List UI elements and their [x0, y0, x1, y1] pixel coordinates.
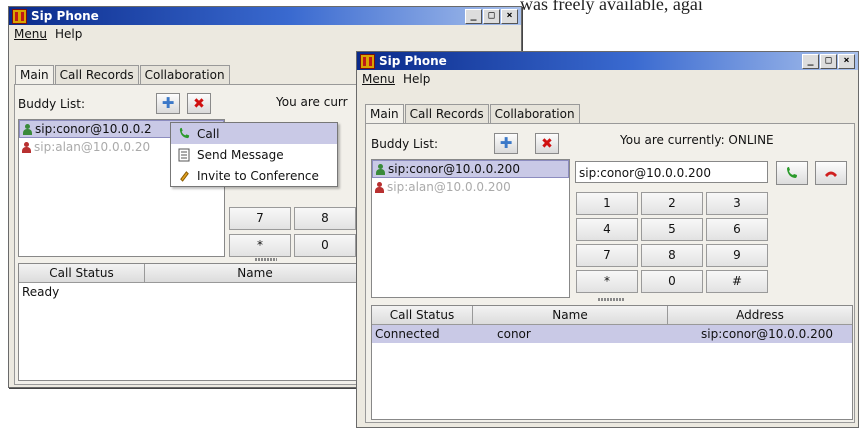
- keypad-key-6[interactable]: 6: [706, 218, 768, 241]
- offline-user-icon: [22, 141, 31, 153]
- close-button[interactable]: ×: [838, 53, 855, 69]
- document-icon: [177, 148, 191, 162]
- phone-icon: [787, 167, 797, 178]
- column-header-name[interactable]: Name: [145, 264, 366, 282]
- tab-collaboration[interactable]: Collaboration: [489, 104, 580, 123]
- context-menu-invite-conference[interactable]: Invite to Conference: [171, 165, 337, 186]
- online-user-icon: [23, 123, 32, 135]
- main-tab-panel: Buddy List: ✚ ✖ You are currently: ONLIN…: [365, 123, 855, 423]
- buddy-address: sip:conor@10.0.0.200: [388, 162, 520, 176]
- context-menu-label: Invite to Conference: [197, 168, 319, 183]
- menu-item-menu[interactable]: Menu: [14, 27, 47, 41]
- keypad-key-2[interactable]: 2: [641, 192, 703, 215]
- conference-icon: [177, 169, 191, 182]
- background-document-text: was freely available, agai: [520, 0, 703, 14]
- keypad-key-7[interactable]: 7: [576, 244, 638, 267]
- app-icon: [360, 53, 375, 69]
- context-menu-label: Call: [197, 126, 220, 141]
- tab-main[interactable]: Main: [15, 65, 54, 84]
- buddy-list-label: Buddy List:: [18, 97, 86, 111]
- app-icon: [12, 8, 27, 24]
- keypad-key-7[interactable]: 7: [229, 207, 291, 230]
- keypad-key-star[interactable]: *: [229, 234, 291, 257]
- plus-icon: ✚: [161, 94, 175, 112]
- delete-icon: ✖: [541, 135, 553, 152]
- window-title: Sip Phone: [379, 54, 447, 68]
- buddy-address: sip:alan@10.0.0.20: [34, 140, 151, 154]
- online-status-text: You are curr: [276, 95, 348, 109]
- add-buddy-button[interactable]: ✚: [494, 133, 518, 154]
- window-titlebar[interactable]: Sip Phone _ □ ×: [9, 7, 521, 25]
- context-menu-label: Send Message: [197, 147, 284, 162]
- menu-item-help[interactable]: Help: [55, 27, 82, 41]
- window-titlebar[interactable]: Sip Phone _ □ ×: [357, 52, 858, 70]
- tab-strip: Main Call Records Collaboration: [15, 65, 231, 84]
- tab-main[interactable]: Main: [365, 104, 404, 123]
- tab-call-records[interactable]: Call Records: [54, 65, 139, 84]
- keypad-key-1[interactable]: 1: [576, 192, 638, 215]
- table-header: Call Status Name Address: [372, 306, 852, 325]
- remove-buddy-button[interactable]: ✖: [535, 133, 559, 154]
- split-handle[interactable]: [255, 258, 277, 261]
- buddy-address: sip:alan@10.0.0.200: [387, 180, 511, 194]
- keypad-key-hash[interactable]: #: [706, 270, 768, 293]
- tab-call-records[interactable]: Call Records: [404, 104, 489, 123]
- hangup-icon: [825, 171, 837, 177]
- tab-strip: Main Call Records Collaboration: [365, 104, 581, 123]
- tab-collaboration[interactable]: Collaboration: [139, 65, 230, 84]
- buddy-list-label: Buddy List:: [371, 137, 439, 151]
- column-header-address[interactable]: Address: [668, 306, 852, 324]
- online-user-icon: [376, 163, 385, 175]
- keypad-key-9[interactable]: 9: [706, 244, 768, 267]
- buddy-list[interactable]: sip:conor@10.0.0.200 sip:alan@10.0.0.200: [371, 159, 570, 298]
- remove-buddy-button[interactable]: ✖: [187, 93, 211, 114]
- add-buddy-button[interactable]: ✚: [156, 93, 180, 114]
- keypad-key-8[interactable]: 8: [641, 244, 703, 267]
- context-menu-send-message[interactable]: Send Message: [171, 144, 337, 165]
- menu-item-help[interactable]: Help: [403, 72, 430, 86]
- minimize-button[interactable]: _: [802, 53, 819, 69]
- plus-icon: ✚: [499, 134, 513, 152]
- column-header-call-status[interactable]: Call Status: [372, 306, 473, 324]
- keypad-key-star[interactable]: *: [576, 270, 638, 293]
- call-button[interactable]: [776, 161, 808, 185]
- table-row[interactable]: Connected conor sip:conor@10.0.0.200: [372, 325, 852, 343]
- offline-user-icon: [375, 181, 384, 193]
- column-header-name[interactable]: Name: [473, 306, 668, 324]
- menu-item-menu[interactable]: Menu: [362, 72, 395, 86]
- maximize-button[interactable]: □: [483, 8, 500, 24]
- window-title: Sip Phone: [31, 9, 99, 23]
- online-status-text: You are currently: ONLINE: [620, 133, 774, 147]
- maximize-button[interactable]: □: [820, 53, 837, 69]
- delete-icon: ✖: [193, 95, 205, 112]
- keypad-key-0[interactable]: 0: [294, 234, 356, 257]
- name-cell: conor: [497, 327, 531, 341]
- close-button[interactable]: ×: [501, 8, 518, 24]
- context-menu-call[interactable]: Call: [171, 123, 337, 144]
- keypad-key-8[interactable]: 8: [294, 207, 356, 230]
- call-status-cell: Connected: [375, 327, 440, 341]
- keypad-key-0[interactable]: 0: [641, 270, 703, 293]
- dial-address-input[interactable]: sip:conor@10.0.0.200: [575, 161, 768, 183]
- address-cell: sip:conor@10.0.0.200: [701, 327, 833, 341]
- split-handle[interactable]: [598, 298, 624, 301]
- keypad-key-4[interactable]: 4: [576, 218, 638, 241]
- buddy-context-menu: Call Send Message Invite to Conference: [170, 122, 338, 187]
- buddy-item-alan[interactable]: sip:alan@10.0.0.200: [372, 178, 569, 196]
- phone-icon: [177, 127, 191, 140]
- buddy-address: sip:conor@10.0.0.2: [35, 122, 152, 136]
- minimize-button[interactable]: _: [465, 8, 482, 24]
- hangup-button[interactable]: [815, 161, 847, 185]
- keypad-key-5[interactable]: 5: [641, 218, 703, 241]
- buddy-item-conor[interactable]: sip:conor@10.0.0.200: [372, 160, 569, 178]
- keypad-key-3[interactable]: 3: [706, 192, 768, 215]
- menu-bar: Menu Help: [357, 70, 858, 88]
- menu-bar: Menu Help: [9, 25, 521, 43]
- call-status-table: Call Status Name Address Connected conor…: [371, 305, 853, 420]
- call-status-cell: Ready: [22, 285, 60, 299]
- sip-phone-window-front: Sip Phone _ □ × Menu Help Main Call Reco…: [356, 51, 859, 428]
- column-header-call-status[interactable]: Call Status: [19, 264, 145, 282]
